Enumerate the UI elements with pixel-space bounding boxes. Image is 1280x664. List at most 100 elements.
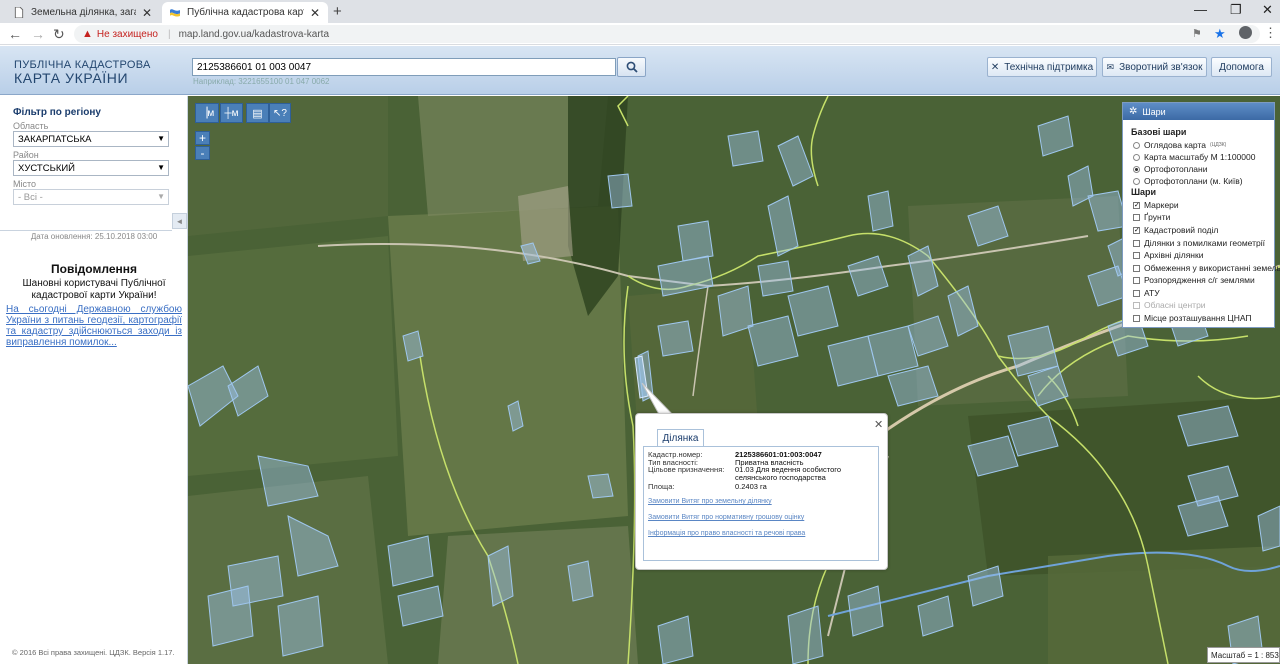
base-layer-map-100000[interactable]: Карта масштабу М 1:100000 xyxy=(1133,152,1255,162)
layer-cnap-locations[interactable]: Місце розташування ЦНАП xyxy=(1133,313,1252,323)
browser-tab-1[interactable]: Земельна ділянка, загальною пл ✕ xyxy=(6,2,160,23)
maximize-button[interactable]: ❐ xyxy=(1230,2,1242,18)
radio-button[interactable] xyxy=(1133,141,1140,149)
area-label: Площа: xyxy=(648,482,675,491)
radio-button[interactable] xyxy=(1133,153,1140,161)
layer-label: Місце розташування ЦНАП xyxy=(1144,313,1252,323)
sidebar-divider xyxy=(0,230,172,231)
raion-label: Район xyxy=(13,150,39,160)
close-window-button[interactable]: ✕ xyxy=(1262,2,1273,18)
identify-button[interactable]: ↖? xyxy=(269,103,291,123)
search-hint: Наприклад: 3221655100 01 047 0062 xyxy=(193,77,330,86)
layer-atu[interactable]: АТУ xyxy=(1133,288,1160,298)
checkbox[interactable] xyxy=(1133,213,1140,221)
layer-geometry-errors[interactable]: Ділянки з помилками геометрії xyxy=(1133,238,1265,248)
checkbox[interactable] xyxy=(1133,289,1140,297)
checkbox[interactable] xyxy=(1133,276,1140,284)
gear-icon: ✲ xyxy=(1129,106,1138,117)
close-icon[interactable]: ✕ xyxy=(874,418,883,431)
help-label: Допомога xyxy=(1219,61,1264,73)
base-layer-label: Ортофотоплани xyxy=(1144,164,1208,174)
cadastral-search-input[interactable] xyxy=(192,58,616,76)
layer-soils[interactable]: Ґрунти xyxy=(1133,212,1170,222)
measure-area-button[interactable]: ┼м xyxy=(220,103,243,123)
layer-land-restrictions[interactable]: Обмеження у використанні земель xyxy=(1133,263,1280,273)
orthophoto-map-layer[interactable] xyxy=(188,96,1280,664)
base-layer-label: Оглядова карта xyxy=(1144,140,1206,150)
checkbox[interactable] xyxy=(1133,251,1140,259)
raion-select[interactable]: ХУСТСЬКИЙ ▼ xyxy=(13,160,169,176)
checkbox[interactable] xyxy=(1133,314,1140,322)
tab-title: Публічна кадастрова карта Укр xyxy=(187,7,304,18)
zoom-in-button[interactable]: + xyxy=(195,131,210,145)
print-button[interactable]: ▤ xyxy=(246,103,269,123)
base-layer-overview[interactable]: Оглядова карта (ЦДЗК) xyxy=(1133,140,1226,150)
base-layer-sup: (ЦДЗК) xyxy=(1209,142,1227,148)
layer-label: Маркери xyxy=(1144,200,1179,210)
tab-parcel[interactable]: Ділянка xyxy=(657,429,704,446)
purpose-label: Цільове призначення: xyxy=(648,465,725,474)
profile-avatar[interactable] xyxy=(1239,26,1252,39)
collapse-sidebar-button[interactable]: ◄ xyxy=(172,213,187,229)
filter-title: Фільтр по регіону xyxy=(13,107,101,118)
chevron-down-icon: ▼ xyxy=(157,163,165,172)
warning-icon: ▲ xyxy=(82,28,93,40)
ruler-distance-button[interactable]: ▕м xyxy=(195,103,219,123)
checkbox[interactable]: ✓ xyxy=(1133,226,1140,234)
bookmark-star-icon[interactable]: ★ xyxy=(1214,26,1226,42)
layers-panel-header[interactable]: ✲ Шари xyxy=(1123,103,1274,120)
checkbox[interactable] xyxy=(1133,264,1140,272)
tab-title: Земельна ділянка, загальною пл xyxy=(31,7,136,18)
checkbox[interactable] xyxy=(1133,301,1140,309)
zoom-out-button[interactable]: - xyxy=(195,146,210,160)
layer-label: Розпорядження с/г землями xyxy=(1144,275,1255,285)
city-select[interactable]: - Всі - ▼ xyxy=(13,189,169,205)
address-bar[interactable]: ▲ Не захищено | map.land.gov.ua/kadastro… xyxy=(74,25,1260,43)
document-icon xyxy=(14,7,24,18)
region-filter-sidebar: Фільтр по регіону Область ЗАКАРПАТСЬКА ▼… xyxy=(0,96,188,664)
base-layer-orthophoto-kyiv[interactable]: Ортофотоплани (м. Київ) xyxy=(1133,176,1243,186)
order-valuation-link[interactable]: Замовити Витяг про нормативну грошову оц… xyxy=(648,514,804,521)
cadastral-map[interactable] xyxy=(188,96,1280,664)
layer-label: АТУ xyxy=(1144,288,1160,298)
oblast-select[interactable]: ЗАКАРПАТСЬКА ▼ xyxy=(13,131,169,147)
tools-icon: ✕ xyxy=(990,61,1000,73)
translate-icon[interactable]: ⚑ xyxy=(1192,27,1202,40)
browser-tab-2[interactable]: Публічна кадастрова карта Укр ✕ xyxy=(162,2,328,23)
notice-title: Повідомлення xyxy=(51,262,137,276)
notice-link[interactable]: На сьогодні Державною службою України з … xyxy=(6,304,182,348)
layer-cadastral-division[interactable]: ✓ Кадастровий поділ xyxy=(1133,225,1218,235)
city-value: - Всі - xyxy=(18,192,43,203)
help-button[interactable]: Допомога xyxy=(1211,57,1272,77)
feedback-button[interactable]: ✉ Зворотний зв'язок xyxy=(1102,57,1207,77)
new-tab-button[interactable]: + xyxy=(333,3,342,20)
radio-button[interactable] xyxy=(1133,165,1140,173)
checkbox[interactable]: ✓ xyxy=(1133,201,1140,209)
search-icon xyxy=(626,61,638,73)
base-layer-orthophoto[interactable]: Ортофотоплани xyxy=(1133,164,1207,174)
layer-label: Архівні ділянки xyxy=(1144,250,1204,260)
radio-button[interactable] xyxy=(1133,177,1140,185)
ownership-rights-link[interactable]: Інформація про право власності та речові… xyxy=(648,530,805,537)
layer-archive-parcels[interactable]: Архівні ділянки xyxy=(1133,250,1203,260)
search-button[interactable] xyxy=(617,57,646,77)
menu-dots-icon[interactable]: ⋮ xyxy=(1264,25,1277,41)
site-logo-line2: КАРТА УКРАЇНИ xyxy=(14,70,129,86)
feedback-label: Зворотний зв'язок xyxy=(1119,61,1203,73)
tab-close-icon[interactable]: ✕ xyxy=(142,6,152,20)
city-label: Місто xyxy=(13,179,37,189)
forward-arrow-icon[interactable]: → xyxy=(31,26,45,42)
minimize-button[interactable]: — xyxy=(1194,2,1207,17)
oblast-label: Область xyxy=(13,121,49,131)
order-extract-link[interactable]: Замовити Витяг про земельну ділянку xyxy=(648,498,772,505)
cursor-question-icon: ↖? xyxy=(273,107,287,119)
layer-agri-disposal[interactable]: Розпорядження с/г землями xyxy=(1133,275,1255,285)
layer-markers[interactable]: ✓ Маркери xyxy=(1133,200,1179,210)
checkbox[interactable] xyxy=(1133,239,1140,247)
technical-support-button[interactable]: ✕ Технічна підтримка xyxy=(987,57,1097,77)
layer-regional-centers[interactable]: Обласні центри xyxy=(1133,300,1206,310)
back-arrow-icon[interactable]: ← xyxy=(8,26,22,42)
purpose-value: 01.03 Для ведення особистого селянського… xyxy=(735,465,842,482)
tab-close-icon[interactable]: ✕ xyxy=(310,6,320,20)
reload-icon[interactable]: ↻ xyxy=(53,26,65,43)
